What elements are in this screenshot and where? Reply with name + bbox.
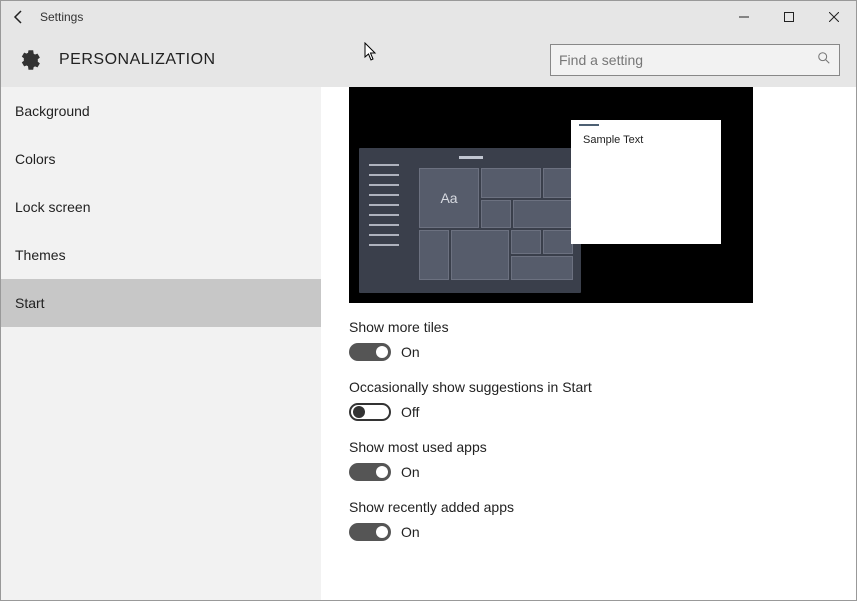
minimize-button[interactable]	[721, 1, 766, 33]
setting-label: Show recently added apps	[349, 499, 856, 515]
back-button[interactable]	[1, 1, 37, 33]
sidebar-item-label: Colors	[15, 151, 55, 167]
preview-window: Sample Text	[571, 120, 721, 244]
toggle-state-text: On	[401, 524, 420, 540]
gear-icon	[17, 48, 41, 72]
setting-label: Occasionally show suggestions in Start	[349, 379, 856, 395]
preview-window-text: Sample Text	[583, 134, 643, 146]
close-button[interactable]	[811, 1, 856, 33]
toggle-state-text: On	[401, 344, 420, 360]
start-preview: Aa Sample Text	[349, 87, 753, 303]
content-area[interactable]: Aa Sample Text Show more tiles On	[321, 87, 856, 600]
maximize-button[interactable]	[766, 1, 811, 33]
setting-label: Show more tiles	[349, 319, 856, 335]
sidebar-item-label: Background	[15, 103, 90, 119]
setting-suggestions: Occasionally show suggestions in Start O…	[349, 379, 856, 421]
toggle-recently-added[interactable]	[349, 523, 391, 541]
setting-label: Show most used apps	[349, 439, 856, 455]
sidebar-item-start[interactable]: Start	[1, 279, 321, 327]
toggle-state-text: Off	[401, 404, 419, 420]
toggle-state-text: On	[401, 464, 420, 480]
sidebar-item-colors[interactable]: Colors	[1, 135, 321, 183]
sidebar: Background Colors Lock screen Themes Sta…	[1, 87, 321, 600]
sidebar-item-themes[interactable]: Themes	[1, 231, 321, 279]
title-bar: Settings	[1, 1, 856, 33]
sidebar-item-label: Themes	[15, 247, 66, 263]
sidebar-item-label: Lock screen	[15, 199, 90, 215]
header: PERSONALIZATION	[1, 33, 856, 87]
window-title: Settings	[40, 10, 83, 24]
sidebar-item-label: Start	[15, 295, 45, 311]
search-icon	[817, 51, 831, 68]
toggle-show-more-tiles[interactable]	[349, 343, 391, 361]
toggle-suggestions[interactable]	[349, 403, 391, 421]
setting-most-used: Show most used apps On	[349, 439, 856, 481]
preview-tile-aa: Aa	[419, 168, 479, 228]
page-title: PERSONALIZATION	[59, 51, 216, 69]
setting-recently-added: Show recently added apps On	[349, 499, 856, 541]
sidebar-item-background[interactable]: Background	[1, 87, 321, 135]
search-input[interactable]	[559, 52, 817, 68]
sidebar-item-lock-screen[interactable]: Lock screen	[1, 183, 321, 231]
toggle-most-used[interactable]	[349, 463, 391, 481]
search-box[interactable]	[550, 44, 840, 76]
setting-show-more-tiles: Show more tiles On	[349, 319, 856, 361]
